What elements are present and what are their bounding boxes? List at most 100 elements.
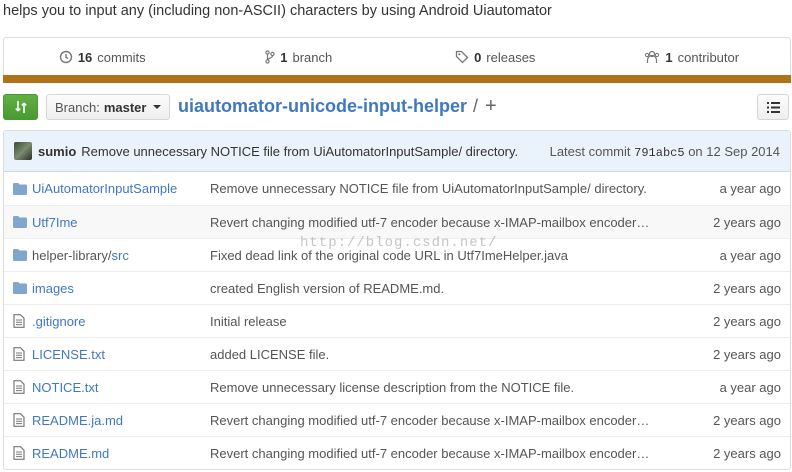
file-age: a year ago xyxy=(719,379,781,395)
latest-commit-prefix: Latest commit xyxy=(549,144,631,159)
commits-label: commits xyxy=(97,49,146,65)
file-type-icon xyxy=(4,446,32,460)
repo-description: helps you to input any (including non-AS… xyxy=(3,3,552,19)
file-name: helper-library/src xyxy=(32,248,210,263)
file-age: 2 years ago xyxy=(713,346,781,362)
file-row: README.md Revert changing modified utf-7 … xyxy=(4,436,790,469)
file-row: images created English version of README.… xyxy=(4,271,790,304)
file-type-icon xyxy=(4,413,32,427)
file-name-link[interactable]: Utf7Ime xyxy=(32,215,78,230)
branch-count: 1 xyxy=(280,49,288,65)
file-age: a year ago xyxy=(719,181,781,196)
repo-summary: 16 commits 1 branch 0 releases 1 contrib… xyxy=(3,37,791,83)
file-table: sumio Remove unnecessary NOTICE file fro… xyxy=(3,130,791,470)
file-text-icon xyxy=(13,446,25,460)
file-name-link[interactable]: NOTICE.txt xyxy=(32,380,98,395)
repo-root-link[interactable]: uiautomator-unicode-input-helper xyxy=(178,96,467,117)
watermark-text: http://blog.csdn.net/ xyxy=(300,235,498,251)
file-name-link[interactable]: .gitignore xyxy=(32,314,85,329)
folder-icon xyxy=(13,182,27,195)
file-name-link[interactable]: UiAutomatorInputSample xyxy=(32,181,177,196)
releases-label: releases xyxy=(486,49,536,65)
commits-link[interactable]: 16 commits xyxy=(4,38,201,76)
organization-icon xyxy=(645,50,660,63)
file-name-link[interactable]: README.ja.md xyxy=(32,413,123,428)
releases-count: 0 xyxy=(474,49,482,65)
commits-count: 16 xyxy=(77,49,93,65)
file-commit-message[interactable]: Revert changing modified utf-7 encoder b… xyxy=(210,413,666,428)
file-age: 2 years ago xyxy=(713,280,781,296)
file-name: .gitignore xyxy=(32,314,210,329)
file-name: images xyxy=(32,281,210,296)
compare-button[interactable] xyxy=(3,94,38,120)
latest-commit-info: Latest commit 791abc5 on 12 Sep 2014 xyxy=(550,144,780,160)
file-row: LICENSE.txt added LICENSE file. 2 years ag… xyxy=(4,337,790,370)
commit-date: on 12 Sep 2014 xyxy=(688,144,780,159)
folder-icon xyxy=(13,282,27,294)
path-separator: / xyxy=(473,96,479,116)
file-type-icon xyxy=(4,216,32,228)
language-bar xyxy=(3,75,791,83)
file-age: 2 years ago xyxy=(713,313,781,329)
file-type-icon xyxy=(4,314,32,328)
branch-prefix: Branch: xyxy=(55,99,100,115)
file-name-link[interactable]: src xyxy=(111,248,128,263)
file-row: NOTICE.txt Remove unnecessary license des… xyxy=(4,370,790,403)
file-type-icon xyxy=(4,182,32,195)
file-name-link[interactable]: README.md xyxy=(32,446,109,461)
contributor-count: 1 xyxy=(665,49,673,65)
file-row: README.ja.md Revert changing modified utf… xyxy=(4,403,790,436)
contributor-label: contributor xyxy=(677,49,740,65)
file-text-icon xyxy=(13,314,25,328)
commit-sha[interactable]: 791abc5 xyxy=(634,146,684,160)
git-branch-icon xyxy=(265,50,275,64)
file-row: UiAutomatorInputSample Remove unnecessary… xyxy=(4,172,790,205)
file-row: Utf7Ime Revert changing modified utf-7 en… xyxy=(4,205,790,238)
branch-selector[interactable]: Branch: master xyxy=(46,94,170,120)
file-commit-message[interactable]: created English version of README.md. xyxy=(210,281,666,296)
tag-icon xyxy=(455,50,469,64)
file-name-prefix: helper-library/ xyxy=(32,247,112,263)
branch-label: branch xyxy=(292,49,333,65)
file-age: 2 years ago xyxy=(713,214,781,230)
file-row: .gitignore Initial release 2 years ago xyxy=(4,304,790,337)
file-type-icon xyxy=(4,347,32,361)
file-age: a year ago xyxy=(719,247,781,263)
folder-icon xyxy=(13,249,27,261)
commit-author[interactable]: sumio xyxy=(38,144,76,159)
file-text-icon xyxy=(13,413,25,427)
file-type-icon xyxy=(4,380,32,394)
folder-icon xyxy=(13,216,27,228)
file-age: 2 years ago xyxy=(713,412,781,428)
file-navigation: Branch: master uiautomator-unicode-input… xyxy=(3,94,791,122)
file-type-icon xyxy=(4,282,32,294)
file-name: LICENSE.txt xyxy=(32,347,210,362)
file-text-icon xyxy=(13,380,25,394)
releases-link[interactable]: 0 releases xyxy=(397,38,594,76)
file-commit-message[interactable]: Revert changing modified utf-7 encoder b… xyxy=(210,446,666,461)
file-age: 2 years ago xyxy=(713,445,781,461)
list-icon xyxy=(766,101,780,113)
file-commit-message[interactable]: Remove unnecessary NOTICE file from UiAu… xyxy=(210,181,666,196)
file-text-icon xyxy=(13,347,25,361)
file-type-icon xyxy=(4,249,32,261)
toggle-list-button[interactable] xyxy=(757,94,789,120)
file-commit-message[interactable]: Revert changing modified utf-7 encoder b… xyxy=(210,215,666,230)
compare-arrows-icon xyxy=(14,101,27,113)
file-name: UiAutomatorInputSample xyxy=(32,181,210,196)
contributors-link[interactable]: 1 contributor xyxy=(594,38,791,76)
file-commit-message[interactable]: Initial release xyxy=(210,314,666,329)
avatar[interactable] xyxy=(14,142,32,160)
add-file-button[interactable]: + xyxy=(485,95,497,118)
file-commit-message[interactable]: added LICENSE file. xyxy=(210,347,666,362)
file-name: README.md xyxy=(32,446,210,461)
file-name-link[interactable]: LICENSE.txt xyxy=(32,347,105,362)
file-commit-message[interactable]: Remove unnecessary license description f… xyxy=(210,380,666,395)
commit-message[interactable]: Remove unnecessary NOTICE file from UiAu… xyxy=(81,144,518,159)
history-icon xyxy=(59,50,73,64)
branch-name: master xyxy=(103,99,147,115)
latest-commit-bar: sumio Remove unnecessary NOTICE file fro… xyxy=(4,131,790,172)
file-name-link[interactable]: images xyxy=(32,281,74,296)
file-name: README.ja.md xyxy=(32,413,210,428)
branches-link[interactable]: 1 branch xyxy=(201,38,398,76)
